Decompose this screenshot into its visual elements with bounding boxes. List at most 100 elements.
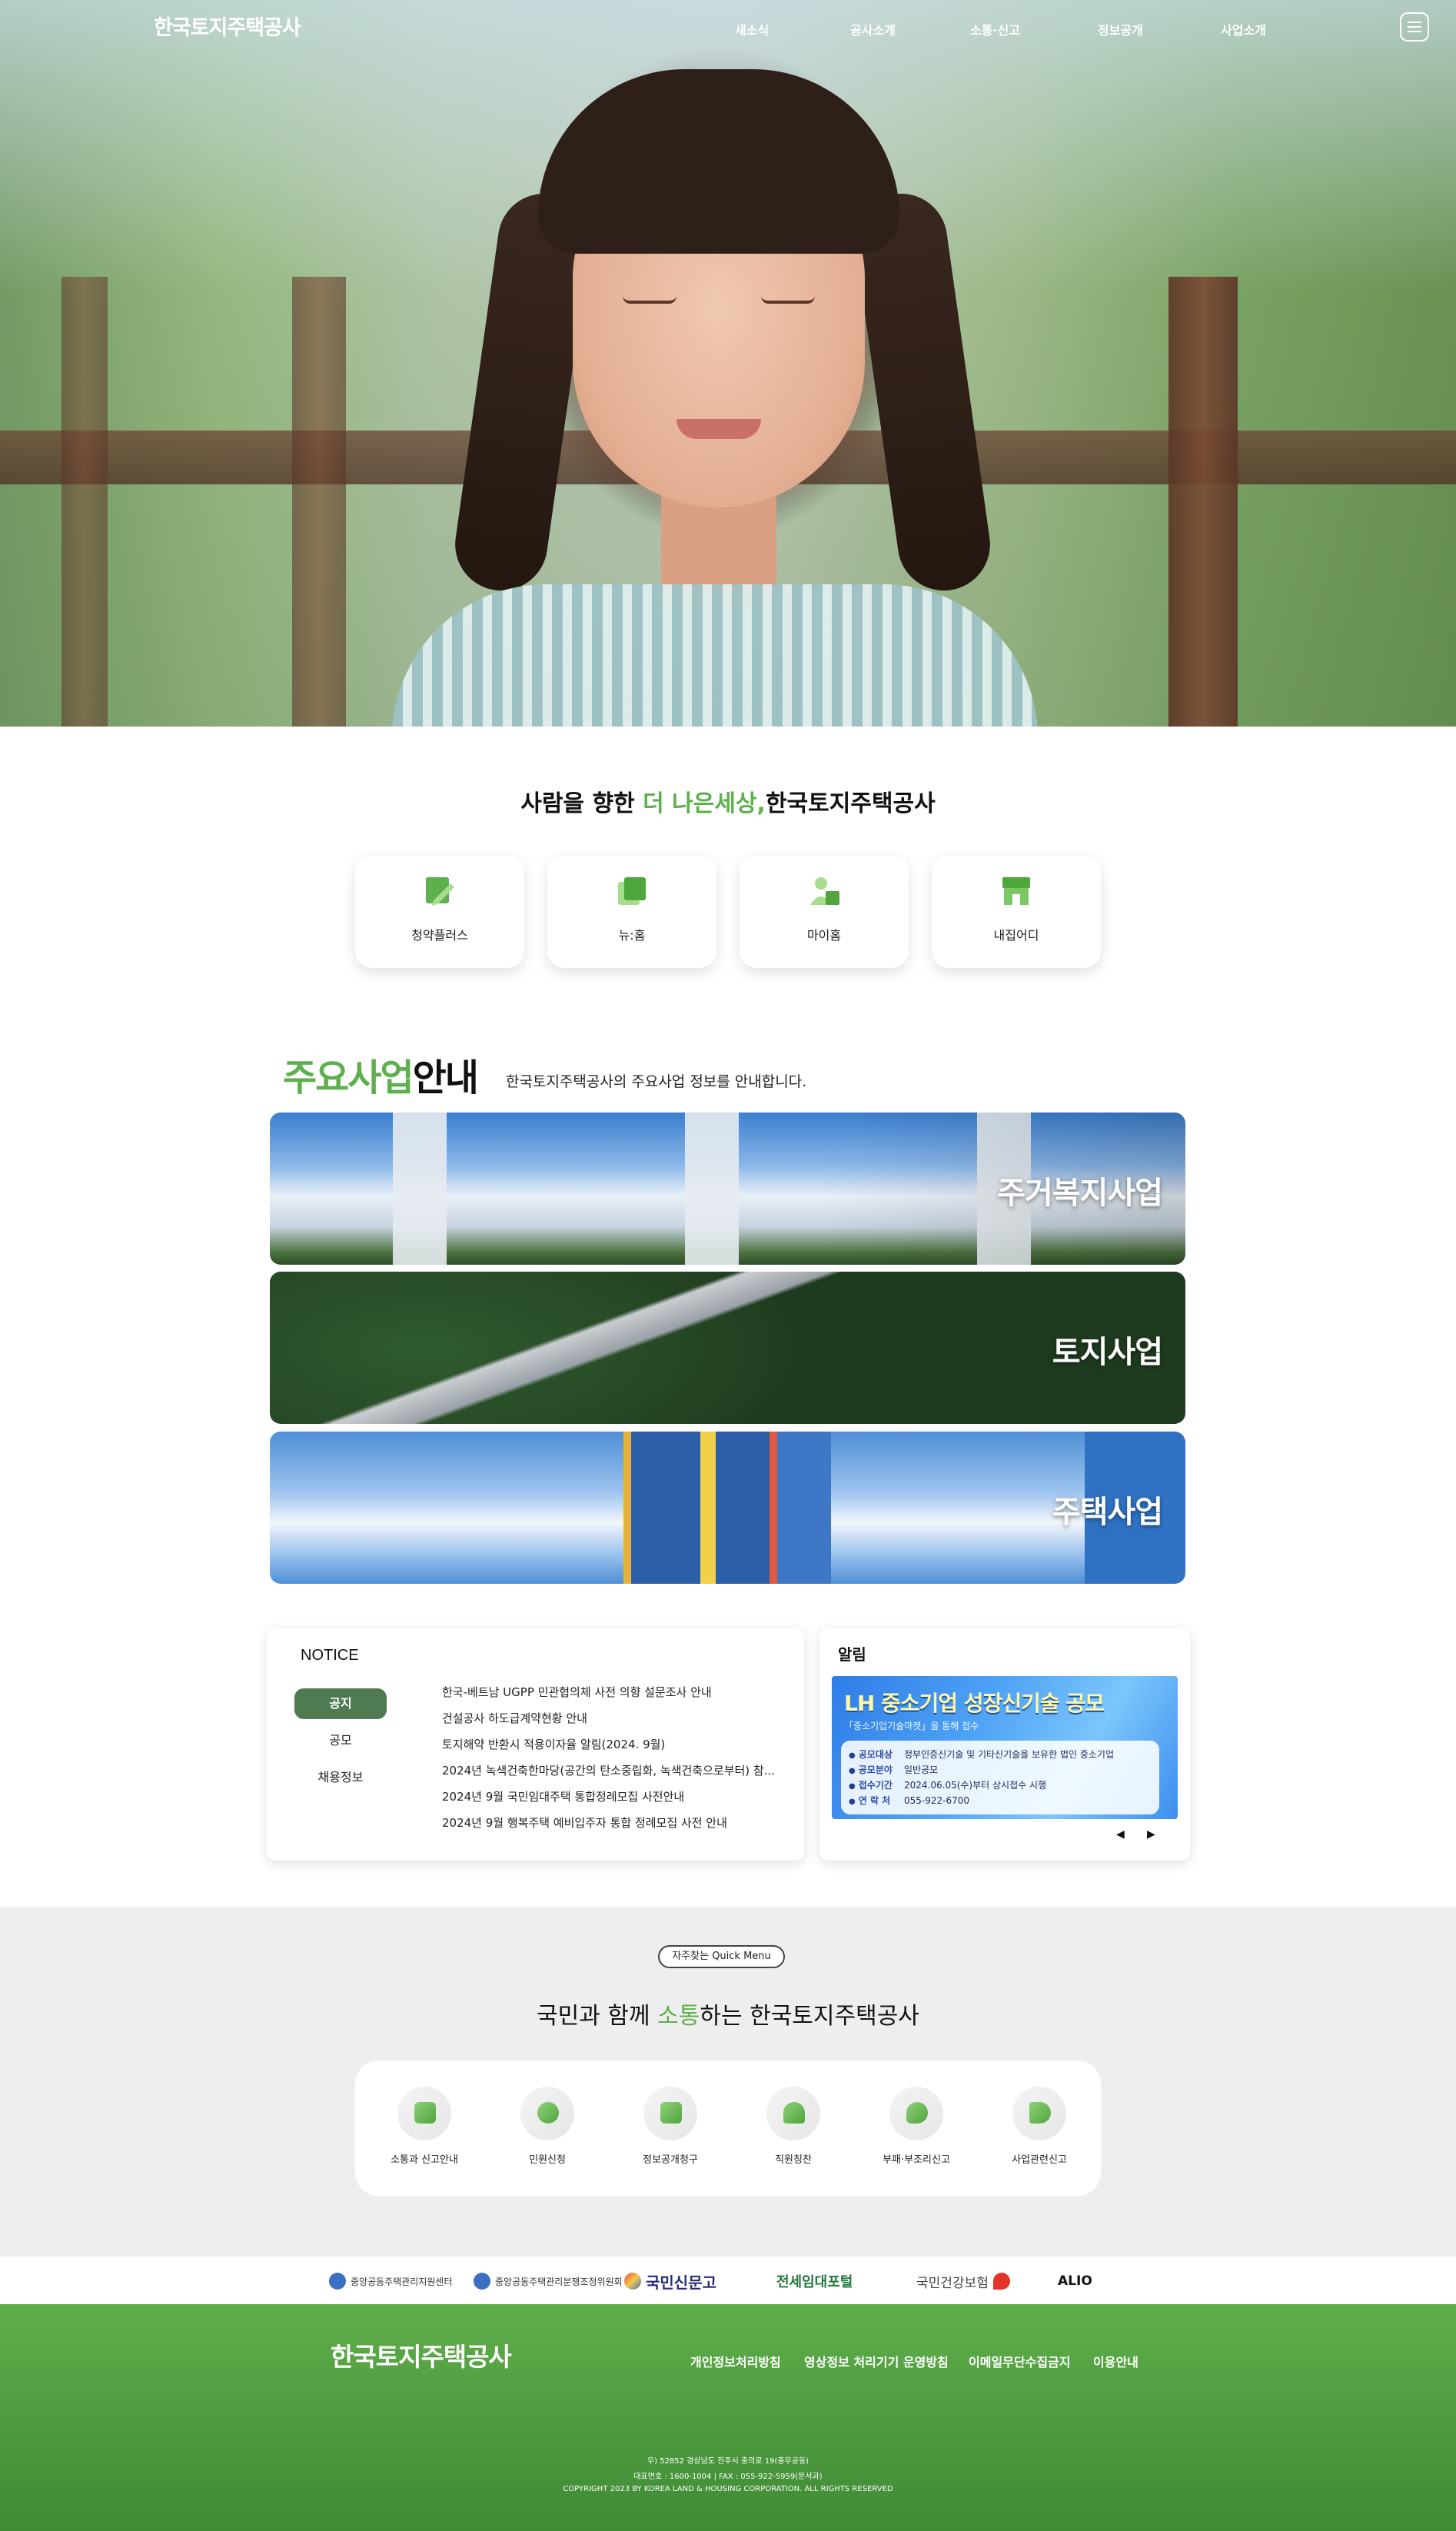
nav-business[interactable]: 사업소개 bbox=[1221, 20, 1266, 38]
banner-row: 공모분야일반공모 bbox=[849, 1762, 1152, 1778]
banner-row-value: 055-922-6700 bbox=[904, 1795, 970, 1806]
alarm-title: 알림 bbox=[838, 1645, 866, 1664]
partner-link[interactable]: 국민신문고 bbox=[624, 2270, 716, 2292]
list-item[interactable]: 토지해약 반환시 적용이자율 알림(2024. 9월) bbox=[442, 1731, 780, 1758]
footer-logo: 한국토지주택공사 bbox=[331, 2342, 512, 2372]
business-card-housing-welfare[interactable]: 주거복지사업 bbox=[270, 1113, 1185, 1265]
person-house-icon bbox=[810, 877, 839, 905]
footer-link-guide[interactable]: 이용안내 bbox=[1093, 2352, 1139, 2370]
hero-banner bbox=[0, 0, 1456, 727]
government-emblem-icon bbox=[329, 2273, 346, 2290]
hero-eye bbox=[761, 296, 815, 304]
business-card-land[interactable]: 토지사업 bbox=[270, 1272, 1185, 1424]
service-myhome[interactable]: 마이홈 bbox=[740, 856, 909, 968]
alarm-banner[interactable]: LH 중소기업 성장신기술 공모 「중소기업기술마켓」을 통해 접수 공모대상정… bbox=[832, 1676, 1178, 1819]
stacked-pages-icon bbox=[618, 877, 646, 905]
quick-menu-box: 소통과 신고안내 민원신청 정보공개청구 직원칭찬 부패·부조리신고 사업관련신… bbox=[355, 2060, 1101, 2196]
main-business-subtitle: 한국토지주택공사의 주요사업 정보를 안내합니다. bbox=[506, 1073, 807, 1090]
partner-link[interactable]: 중앙공동주택관리분쟁조정위원회 bbox=[474, 2270, 623, 2292]
nav-report[interactable]: 소통·신고 bbox=[970, 20, 1020, 38]
quick-item-label: 정보공개청구 bbox=[643, 2154, 698, 2166]
hero-shirt bbox=[392, 584, 1038, 727]
sinmungo-logo-icon bbox=[624, 2273, 641, 2290]
banner-headline: LH 중소기업 성장신기술 공모 bbox=[844, 1691, 1105, 1716]
partner-link[interactable]: 전세임대포털 bbox=[776, 2270, 853, 2292]
service-cheongyak-plus[interactable]: 청약플러스 bbox=[355, 856, 524, 968]
footer-copyright: COPYRIGHT 2023 BY KOREA LAND & HOUSING C… bbox=[563, 2485, 893, 2493]
quick-title-prefix: 국민과 함께 bbox=[537, 2003, 658, 2030]
notice-list: 한국-베트남 UGPP 민관협의체 사전 의향 설문조사 안내 건설공사 하도급… bbox=[442, 1679, 780, 1836]
partner-link[interactable]: ALIO bbox=[1058, 2270, 1092, 2292]
service-label: 청약플러스 bbox=[411, 928, 468, 943]
tab-recruit[interactable]: 채용정보 bbox=[294, 1762, 387, 1793]
partner-label: 국민건강보험 bbox=[916, 2275, 989, 2291]
partner-label: 전세임대포털 bbox=[776, 2274, 853, 2290]
quick-item-info-request[interactable]: 정보공개청구 bbox=[617, 2087, 724, 2166]
quick-item-corruption-report[interactable]: 부패·부조리신고 bbox=[863, 2087, 970, 2166]
house-icon bbox=[1002, 877, 1030, 905]
quick-item-label: 사업관련신고 bbox=[1012, 2154, 1067, 2166]
headset-icon bbox=[520, 2087, 574, 2140]
banner-row-value: 2024.06.05(수)부터 상시접수 시행 bbox=[904, 1780, 1047, 1791]
quick-item-label: 소통과 신고안내 bbox=[391, 2154, 458, 2166]
next-arrow-icon[interactable]: ▶ bbox=[1147, 1828, 1155, 1841]
list-item[interactable]: 건설공사 하도급계약현황 안내 bbox=[442, 1705, 780, 1731]
speech-bubble-icon bbox=[889, 2087, 943, 2140]
hero-fence-post bbox=[1168, 277, 1238, 727]
partner-label: 중앙공동주택관리분쟁조정위원회 bbox=[495, 2276, 623, 2287]
notice-title: NOTICE bbox=[301, 1647, 359, 1664]
service-label: 마이홈 bbox=[806, 928, 842, 943]
main-business-title-rest: 안내 bbox=[412, 1056, 479, 1099]
footer-link-cctv[interactable]: 영상정보 처리기기 운영방침 bbox=[804, 2352, 949, 2370]
quick-item-civil-request[interactable]: 민원신청 bbox=[494, 2087, 601, 2166]
footer-address: 우) 52852 경상남도 진주시 충의로 19(충무공동) bbox=[647, 2457, 809, 2466]
banner-row-key: 접수기간 bbox=[849, 1778, 904, 1793]
banner-row-key: 연 락 처 bbox=[849, 1793, 904, 1808]
list-item[interactable]: 2024년 9월 행복주택 예비입주자 통합 정례모집 사전 안내 bbox=[442, 1810, 780, 1836]
tab-notice[interactable]: 공지 bbox=[294, 1688, 387, 1719]
business-card-title: 주거복지사업 bbox=[997, 1176, 1163, 1211]
list-item[interactable]: 한국-베트남 UGPP 민관협의체 사전 의향 설문조사 안내 bbox=[442, 1679, 780, 1705]
quick-menu-pill: 자주찾는 Quick Menu bbox=[658, 1945, 785, 1968]
service-label: 내집어디 bbox=[993, 928, 1039, 943]
list-item[interactable]: 2024년 녹색건축한마당(공간의 탄소중립화, 녹색건축으로부터) 참... bbox=[442, 1758, 780, 1784]
government-emblem-icon bbox=[474, 2273, 490, 2290]
nav-about[interactable]: 공사소개 bbox=[850, 20, 896, 38]
banner-row-value: 일반공모 bbox=[904, 1764, 939, 1775]
tab-contest[interactable]: 공모 bbox=[294, 1725, 387, 1756]
slogan-suffix: 한국토지주택공사 bbox=[765, 790, 936, 817]
document-stack-icon bbox=[397, 2087, 451, 2140]
quick-item-label: 직원칭찬 bbox=[775, 2154, 812, 2166]
banner-pager: ◀ ▶ bbox=[1116, 1828, 1170, 1844]
service-myhouse-where[interactable]: 내집어디 bbox=[932, 856, 1101, 968]
nav-disclosure[interactable]: 정보공개 bbox=[1098, 20, 1143, 38]
list-item[interactable]: 2024년 9월 국민임대주택 통합정례모집 사전안내 bbox=[442, 1784, 780, 1810]
service-label: 뉴:홈 bbox=[618, 928, 646, 943]
partner-link[interactable]: 중앙공동주택관리지원센터 bbox=[329, 2270, 452, 2292]
banner-row: 접수기간2024.06.05(수)부터 상시접수 시행 bbox=[849, 1778, 1152, 1793]
quick-menu-title: 국민과 함께 소통하는 한국토지주택공사 bbox=[0, 1997, 1456, 2030]
footer-link-privacy[interactable]: 개인정보처리방침 bbox=[690, 2352, 781, 2370]
alarm-panel: 알림 LH 중소기업 성장신기술 공모 「중소기업기술마켓」을 통해 접수 공모… bbox=[819, 1628, 1190, 1861]
slogan: 사람을 향한 더 나은세상,한국토지주택공사 bbox=[0, 784, 1456, 818]
business-card-title: 주택사업 bbox=[1052, 1495, 1163, 1530]
notice-panel: NOTICE 공지 공모 채용정보 한국-베트남 UGPP 민관협의체 사전 의… bbox=[267, 1628, 804, 1861]
service-newhome[interactable]: 뉴:홈 bbox=[547, 856, 716, 968]
slogan-prefix: 사람을 향한 bbox=[520, 790, 643, 817]
hero-mouth bbox=[676, 419, 761, 439]
prev-arrow-icon[interactable]: ◀ bbox=[1116, 1828, 1125, 1841]
partner-label: 중앙공동주택관리지원센터 bbox=[351, 2276, 453, 2287]
banner-info: 공모대상정부인증신기술 및 기타신기술을 보유한 법인 중소기업 공모분야일반공… bbox=[841, 1741, 1159, 1814]
footer-link-email[interactable]: 이메일무단수집금지 bbox=[969, 2352, 1070, 2370]
banner-subtitle: 「중소기업기술마켓」을 통해 접수 bbox=[844, 1721, 979, 1731]
banner-row-value: 정부인증신기술 및 기타신기술을 보유한 법인 중소기업 bbox=[904, 1749, 1114, 1760]
partner-link[interactable]: 국민건강보험 bbox=[916, 2270, 1010, 2292]
nav-news[interactable]: 새소식 bbox=[735, 20, 769, 38]
business-card-housing[interactable]: 주택사업 bbox=[270, 1432, 1185, 1584]
main-business-title-highlight: 주요사업 bbox=[283, 1056, 414, 1099]
quick-item-report-guide[interactable]: 소통과 신고안내 bbox=[371, 2087, 478, 2166]
quick-item-staff-praise[interactable]: 직원칭찬 bbox=[740, 2087, 847, 2166]
quick-item-business-report[interactable]: 사업관련신고 bbox=[986, 2087, 1093, 2166]
hamburger-menu-icon[interactable] bbox=[1400, 12, 1429, 42]
hero-fence-post bbox=[292, 277, 346, 727]
